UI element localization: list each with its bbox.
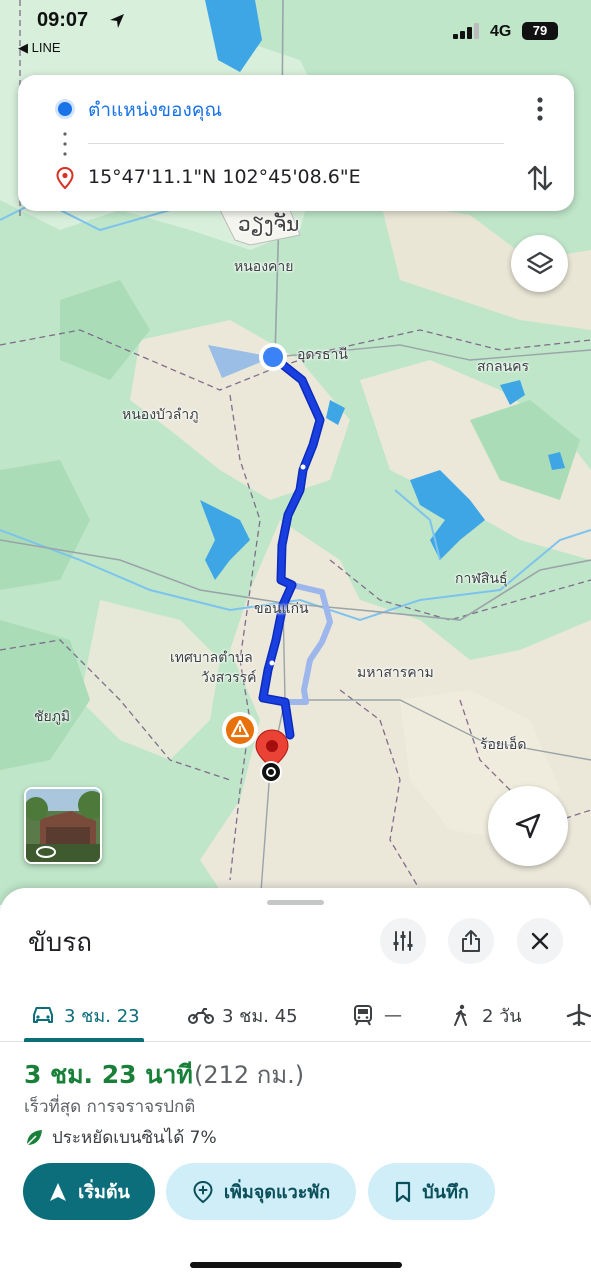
route-options-button[interactable]	[380, 918, 426, 964]
field-divider	[88, 143, 504, 144]
route-duration: 3 ชม. 23 นาที	[24, 1060, 193, 1089]
place-label-wang-sawan-1: เทศบาลตำบล	[170, 650, 253, 666]
layers-icon	[526, 251, 553, 274]
directions-sheet: ขับรถ 3 ชม. 23 3 ชม. 45 — 2 วัน 3 ชม. 23…	[0, 888, 591, 1280]
signal-icon	[453, 23, 479, 39]
origin-field[interactable]: ตำแหน่งของคุณ	[88, 95, 222, 125]
tab-drive-label: 3 ชม. 23	[64, 1005, 140, 1027]
close-icon	[531, 932, 549, 950]
eco-note-label: ประหยัดเบนซินได้ 7%	[52, 1128, 217, 1148]
status-bar: 09:07 ◀ LINE 4G 79	[0, 0, 591, 62]
destination-field[interactable]: 15°47'11.1"N 102°45'08.6"E	[88, 166, 361, 188]
navigation-icon	[50, 1182, 67, 1201]
motorbike-icon	[188, 1008, 214, 1024]
back-to-app-link[interactable]: ◀ LINE	[18, 40, 61, 56]
place-label-nong-bua-lamphu: หนองบัวลำภู	[122, 407, 199, 423]
layers-button[interactable]	[511, 235, 568, 292]
route-distance: (212 กม.)	[194, 1061, 305, 1089]
start-label: เริ่มต้น	[78, 1182, 130, 1203]
save-label: บันทึก	[422, 1182, 469, 1203]
battery-indicator: 79	[522, 22, 558, 40]
sheet-drag-handle[interactable]	[267, 900, 324, 905]
eco-note: ประหยัดเบนซินได้ 7%	[24, 1124, 217, 1151]
tab-transit[interactable]: —	[350, 988, 402, 1042]
route-description: เร็วที่สุด การจราจรปกติ	[24, 1097, 196, 1117]
bookmark-icon	[396, 1181, 411, 1202]
place-label-khon-kaen: ขอนแก่น	[254, 601, 309, 617]
more-vert-icon[interactable]	[528, 95, 552, 123]
destination-pin-small-icon	[56, 167, 74, 189]
home-indicator[interactable]	[190, 1262, 402, 1268]
place-label-maha-sarakham: มหาสารคาม	[357, 665, 434, 681]
tab-motorbike[interactable]: 3 ชม. 45	[188, 988, 298, 1042]
swap-icon[interactable]	[526, 163, 554, 193]
add-stop-button[interactable]: เพิ่มจุดแวะพัก	[166, 1163, 356, 1220]
active-tab-indicator	[24, 1038, 144, 1042]
status-time: 09:07	[37, 9, 89, 31]
close-button[interactable]	[517, 918, 563, 964]
navigation-arrow-icon	[515, 813, 541, 839]
tune-icon	[393, 931, 413, 951]
place-label-udon-thani: อุดรธานี	[297, 347, 348, 363]
add-stop-label: เพิ่มจุดแวะพัก	[223, 1182, 331, 1203]
add-location-icon	[193, 1180, 213, 1203]
train-icon	[354, 1005, 372, 1026]
travel-mode-title: ขับรถ	[28, 928, 92, 958]
route-connector	[63, 132, 67, 156]
tab-walk-label: 2 วัน	[482, 1005, 522, 1027]
directions-card: ตำแหน่งของคุณ 15°47'11.1"N 102°45'08.6"E	[18, 75, 574, 211]
save-route-button[interactable]: บันทึก	[368, 1163, 495, 1220]
place-label-nong-khai: หนองคาย	[234, 259, 294, 275]
plane-icon	[566, 1004, 591, 1026]
share-icon	[462, 930, 480, 952]
place-label-wang-sawan-2: วังสวรรค์	[201, 670, 257, 686]
place-label-sakon-nakhon: สกลนคร	[477, 359, 530, 375]
tab-drive[interactable]: 3 ชม. 23	[30, 988, 140, 1042]
street-view-thumbnail[interactable]	[24, 787, 102, 864]
location-arrow-icon	[110, 14, 124, 28]
tab-flight[interactable]	[566, 988, 591, 1042]
car-icon	[33, 1007, 53, 1023]
tab-walk[interactable]: 2 วัน	[448, 988, 522, 1042]
place-label-chaiyaphum: ชัยภูมิ	[34, 709, 71, 725]
travel-mode-tabs: 3 ชม. 23 3 ชม. 45 — 2 วัน	[0, 988, 591, 1042]
place-label-kalasin: กาฬสินธุ์	[455, 571, 508, 587]
walk-icon	[454, 1004, 467, 1026]
share-button[interactable]	[448, 918, 494, 964]
recenter-button[interactable]	[488, 786, 568, 866]
destination-pin-icon[interactable]	[254, 728, 290, 788]
tab-motorbike-label: 3 ชม. 45	[222, 1005, 298, 1027]
place-label-roi-et: ร้อยเอ็ด	[480, 737, 527, 753]
origin-dot-icon	[58, 102, 72, 116]
tab-transit-label: —	[384, 1004, 402, 1026]
leaf-icon	[26, 1129, 42, 1146]
start-navigation-button[interactable]: เริ่มต้น	[23, 1163, 155, 1220]
place-label-vientiane: ວຽງຈັນ	[238, 212, 300, 236]
street-view-image	[26, 789, 100, 862]
network-type: 4G	[490, 23, 512, 40]
